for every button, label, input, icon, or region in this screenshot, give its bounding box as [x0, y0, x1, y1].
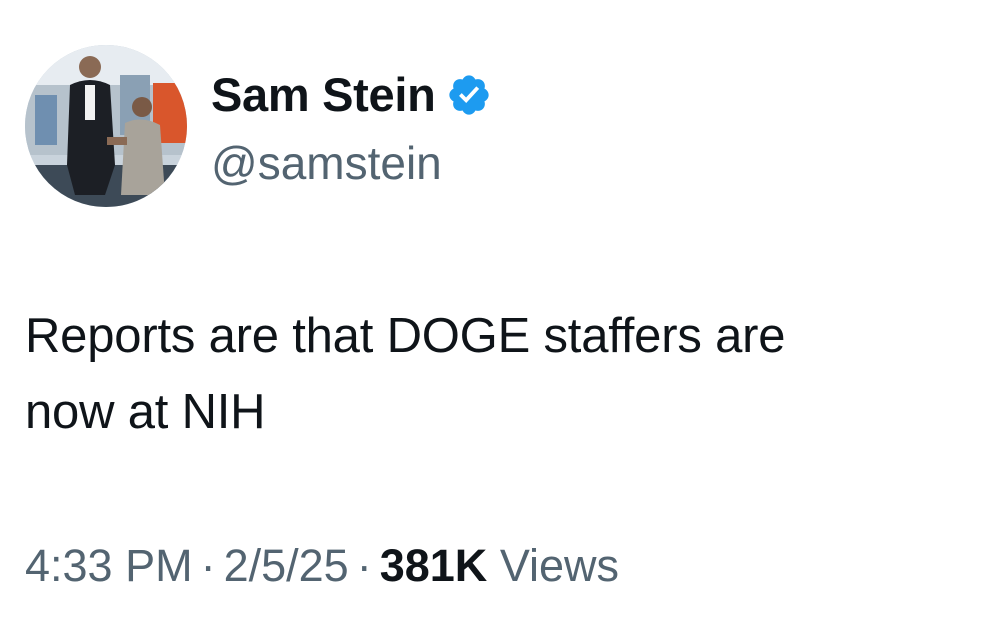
tweet-text: Reports are that DOGE staffers are now a… [25, 298, 975, 450]
tweet-header: Sam Stein @samstein [25, 45, 492, 207]
verified-badge-icon [446, 72, 492, 118]
tweet-text-line: now at NIH [25, 385, 266, 439]
views-label: Views [499, 540, 620, 591]
views-count: 381K [379, 540, 488, 591]
avatar[interactable] [25, 45, 187, 207]
name-row: Sam Stein [211, 67, 492, 123]
meta-separator: · [200, 540, 216, 591]
avatar-image [25, 45, 187, 207]
tweet-card: Sam Stein @samstein Reports are that DOG… [0, 0, 1000, 627]
author-handle[interactable]: @samstein [211, 135, 492, 191]
display-name[interactable]: Sam Stein [211, 67, 436, 123]
tweet-time[interactable]: 4:33 PM [25, 540, 193, 591]
tweet-meta: 4:33 PM · 2/5/25 · 381K Views [25, 538, 619, 594]
author-identity: Sam Stein @samstein [211, 45, 492, 191]
tweet-date[interactable]: 2/5/25 [224, 540, 349, 591]
meta-separator: · [356, 540, 372, 591]
tweet-text-line: Reports are that DOGE staffers are [25, 309, 786, 363]
